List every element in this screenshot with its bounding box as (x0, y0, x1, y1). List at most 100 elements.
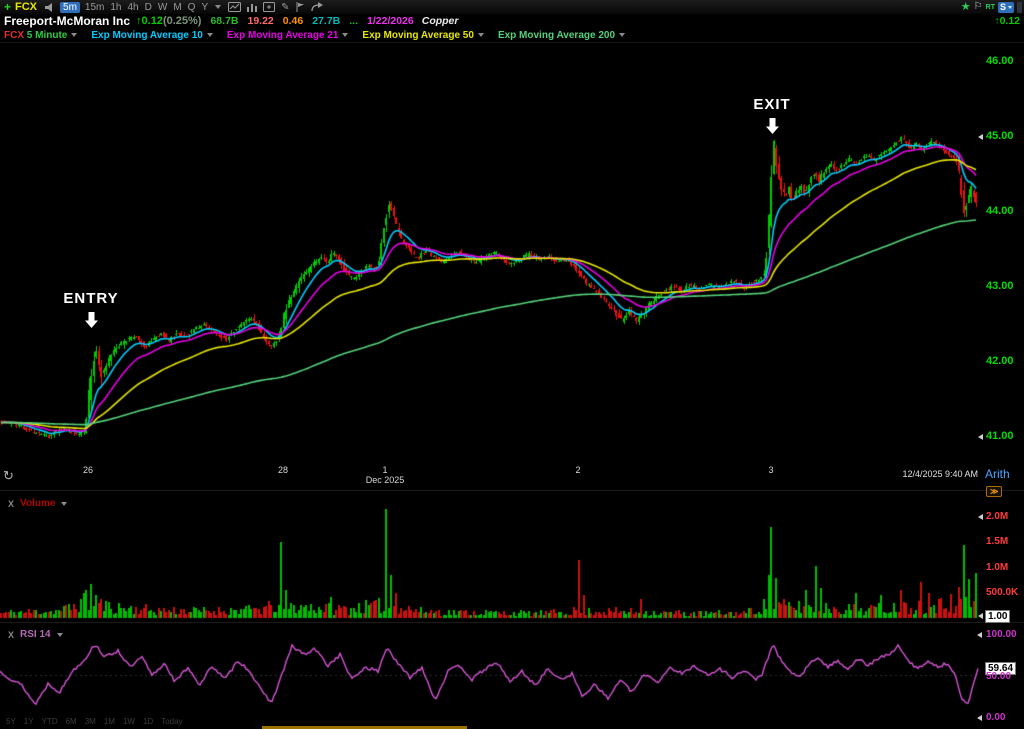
flag-icon[interactable]: ⚐ (974, 0, 983, 14)
draw-pencil-icon[interactable]: ✎ (281, 2, 289, 13)
timeframe-4h[interactable]: 4h (128, 2, 139, 13)
related-note: Copper (422, 15, 459, 27)
range-shortcut-today[interactable]: Today (161, 717, 182, 726)
panel-separator[interactable] (0, 490, 1024, 491)
series-symbol: FCX (4, 30, 24, 41)
range-shortcut-1y[interactable]: 1Y (24, 717, 34, 726)
volume-axis-tick: 500.0K (986, 587, 1018, 598)
range-shortcut-3m[interactable]: 3M (85, 717, 96, 726)
axis-marker-icon (978, 514, 983, 520)
alert-speaker-icon[interactable] (45, 3, 55, 12)
source-dropdown[interactable]: S (998, 2, 1014, 13)
chart-app-window: + FCX 5m 15m 1h 4h DWMQY ✎ ★ ⚐ RT S (0, 0, 1024, 729)
axis-marker-icon (977, 632, 982, 638)
volume-axis-tick: 1.5M (986, 536, 1008, 547)
range-shortcut-ytd[interactable]: YTD (42, 717, 58, 726)
company-name: Freeport-McMoran Inc (4, 14, 130, 28)
chevron-down-icon[interactable] (207, 33, 213, 37)
new-window-icon[interactable] (263, 2, 275, 12)
price-axis-tick: 41.00 (986, 430, 1014, 442)
share-arrow-icon[interactable] (311, 2, 323, 12)
close-panel-button[interactable]: X (8, 499, 14, 509)
x-axis-tick: 28 (253, 465, 313, 475)
chevron-down-icon[interactable] (342, 33, 348, 37)
timeframe-5m[interactable]: 5m (60, 2, 80, 13)
quote-stats-group: 68.7B19.220.4627.7B...1/22/2026 (201, 15, 413, 27)
price-axis-tick: 45.00 (986, 130, 1014, 142)
volume-last-value-box: 1.00 (985, 610, 1010, 623)
clipped-toolbar-icon (1017, 2, 1022, 13)
volume-axis-tick: 2.0M (986, 511, 1008, 522)
panel-separator[interactable] (0, 622, 1024, 623)
timeframe-Y[interactable]: Y (201, 2, 208, 13)
chevron-down-icon[interactable] (478, 33, 484, 37)
timeframe-Q[interactable]: Q (188, 2, 196, 13)
x-axis-tick: 2 (548, 465, 608, 475)
toolbar: + FCX 5m 15m 1h 4h DWMQY ✎ ★ ⚐ RT S (0, 0, 1024, 14)
scale-mode-label[interactable]: Arith (985, 467, 1010, 481)
price-axis-tick: 46.00 (986, 55, 1014, 67)
range-shortcut-group: 5Y 1Y YTD 6M 3M 1M 1W 1D Today (6, 717, 183, 726)
quote-right-change: ↑0.12 (994, 15, 1020, 27)
range-shortcut-1m[interactable]: 1M (104, 717, 115, 726)
timeframe-15m[interactable]: 15m (85, 2, 104, 13)
reload-chart-icon[interactable]: ↻ (3, 468, 14, 484)
chevron-down-icon[interactable] (215, 5, 221, 9)
axis-marker-icon (978, 134, 983, 140)
price-chart-canvas[interactable] (0, 42, 1024, 490)
rsi-axis-tick: 100.00 (986, 629, 1017, 640)
chevron-down-icon[interactable] (57, 633, 63, 637)
quote-row: Freeport-McMoran Inc ↑ 0.12 (0.25%) 68.7… (0, 14, 1024, 28)
expand-axis-button[interactable]: ≫ (986, 486, 1002, 497)
banner-flag-icon[interactable] (296, 2, 305, 12)
chevron-down-icon[interactable] (61, 502, 67, 506)
rsi-axis-tick: 50.00 (986, 671, 1011, 682)
chevron-down-icon[interactable] (71, 33, 77, 37)
down-arrow-icon (85, 312, 98, 333)
quote-stat: 27.7B (312, 15, 340, 27)
volume-panel-header: X Volume (8, 498, 67, 509)
rsi-panel-header: X RSI 14 (8, 629, 63, 640)
timeframe-group: 5m 15m 1h 4h DWMQY (58, 2, 211, 13)
price-change-percent: (0.25%) (163, 15, 202, 27)
volume-panel-title[interactable]: Volume (20, 498, 55, 509)
timeframe-D[interactable]: D (145, 2, 152, 13)
chart-window-icon[interactable] (228, 2, 241, 12)
volume-axis-tick: 1.0M (986, 562, 1008, 573)
realtime-badge: RT (986, 4, 995, 11)
add-symbol-icon[interactable]: + (4, 0, 11, 14)
series-label[interactable]: FCX 5 Minute (4, 30, 67, 41)
volume-chart-canvas[interactable] (0, 493, 1024, 622)
close-panel-button[interactable]: X (8, 630, 14, 640)
price-axis-tick: 42.00 (986, 355, 1014, 367)
indicator-label[interactable]: Exp Moving Average 200 (498, 30, 615, 41)
price-axis-tick: 43.00 (986, 280, 1014, 292)
rsi-chart-canvas[interactable] (0, 625, 1024, 717)
timeframe-W[interactable]: W (158, 2, 167, 13)
quote-stat: 68.7B (210, 15, 238, 27)
indicator-label[interactable]: Exp Moving Average 50 (362, 30, 474, 41)
indicator-label[interactable]: Exp Moving Average 21 (227, 30, 339, 41)
price-axis-tick: 44.00 (986, 205, 1014, 217)
indicator-label[interactable]: Exp Moving Average 10 (91, 30, 203, 41)
rsi-panel-title[interactable]: RSI 14 (20, 629, 51, 640)
bar-chart-icon[interactable] (247, 2, 257, 12)
down-arrow-icon (766, 118, 779, 139)
quote-stat: ... (349, 15, 358, 27)
indicator-row: FCX 5 Minute Exp Moving Average 10Exp Mo… (0, 28, 1024, 43)
range-shortcut-1d[interactable]: 1D (143, 717, 153, 726)
axis-marker-icon (978, 613, 983, 619)
axis-marker-icon (978, 434, 983, 440)
timeframe-1h[interactable]: 1h (110, 2, 121, 13)
range-shortcut-6m[interactable]: 6M (66, 717, 77, 726)
favorite-star-icon[interactable]: ★ (961, 0, 971, 14)
indicator-group: Exp Moving Average 10 Exp Moving Average … (81, 30, 629, 41)
symbol-label[interactable]: FCX (15, 1, 37, 13)
x-axis-tick: 1Dec 2025 (355, 465, 415, 485)
range-shortcut-5y[interactable]: 5Y (6, 717, 16, 726)
range-shortcut-1w[interactable]: 1W (123, 717, 135, 726)
chevron-down-icon[interactable] (619, 33, 625, 37)
quote-stat: 0.46 (283, 15, 303, 27)
timeframe-M[interactable]: M (173, 2, 181, 13)
last-bar-timestamp: 12/4/2025 9:40 AM (860, 469, 978, 479)
